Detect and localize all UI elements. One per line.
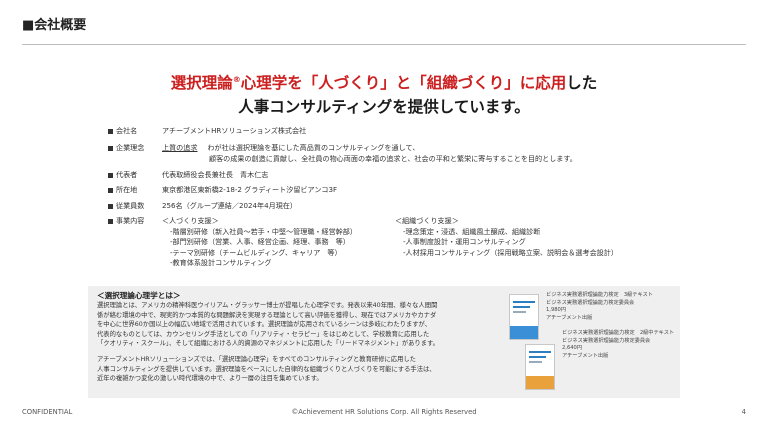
info-label: 事業内容: [116, 216, 145, 225]
box-line: 係が絡む環境の中で、現実的かつ本質的な問題解決を実現する理論として高い評価を獲得…: [97, 311, 437, 319]
info-row-business: 事業内容: [108, 216, 162, 227]
page-number: 4: [741, 408, 746, 416]
bullet-square-icon: [108, 128, 113, 134]
headline-red-a: 選択理論: [170, 74, 233, 93]
headline: 選択理論®心理学を「人づくり」と「組織づくり」に応用した 人事コンサルティングを…: [0, 68, 768, 119]
book-info-level2: ビジネス実務選択理論能力検定 2級中テキスト ビジネス実務選択理論能力検定委員会…: [562, 330, 674, 360]
headline-red-b: 心理学を「人づくり」と「組織づくり」に応用: [240, 74, 567, 93]
registered-mark: ®: [232, 75, 241, 84]
business-item: -テーマ別研修（チームビルディング、キャリア 等）: [170, 247, 342, 257]
box-line: 人事コンサルティングを提供しています。選択理論をベースにした自律的な組織づくりと…: [97, 365, 436, 373]
info-row-address: 所在地 東京都港区東新橋2-18-2 グラディート汐留ビアンコ3F: [108, 185, 337, 196]
business-item: -人事制度設計・運用コンサルティング: [403, 237, 526, 246]
info-row-ceo: 代表者 代表取締役会長兼社長 青木仁志: [108, 170, 268, 181]
box-paragraph-2: アチーブメントHRソリューションズでは、「選択理論心理学」をすべてのコンサルティ…: [97, 355, 436, 384]
ceo-name: 代表取締役会長兼社長 青木仁志: [162, 170, 269, 179]
business-item: -理念策定・浸透、組織風土醸成、組織診断: [403, 226, 541, 236]
choice-theory-box: ＜選択理論心理学とは＞ 選択理論とは、アメリカの精神科医ウイリアム・グラッサー博…: [88, 286, 680, 398]
book-line: アチーブメント出版: [562, 352, 609, 359]
book-line: 1,980円: [546, 307, 567, 314]
book-line: アチーブメント出版: [546, 314, 593, 321]
philosophy-line-2: 顧客の成果の創造に貢献し、全社員の物心両面の幸福の追求と、社会の平和と繁栄に寄与…: [209, 153, 577, 163]
info-label: 代表者: [116, 170, 138, 179]
bullet-square-icon: [108, 218, 113, 224]
business-item: -教育体系設計コンサルティング: [170, 258, 272, 267]
book-cover-level3: [509, 294, 539, 340]
info-label: 企業理念: [116, 143, 145, 152]
headline-line-2: 人事コンサルティングを提供しています。: [238, 98, 530, 117]
business-item: ＜人づくり支援＞: [162, 216, 219, 225]
book-line: ビジネス実務選択理論能力検定 3級テキスト: [546, 292, 653, 298]
bullet-square-icon: [108, 187, 113, 193]
book-info-level3: ビジネス実務選択理論能力検定 3級テキスト ビジネス実務選択理論能力検定委員会 …: [546, 292, 653, 322]
info-row-philosophy: 企業理念 上質の追求 わが社は選択理論を基にした高品質のコンサルティングを通して、…: [108, 143, 577, 164]
philosophy-line-1: わが社は選択理論を基にした高品質のコンサルティングを通して、: [207, 143, 420, 152]
book-band: [510, 326, 538, 339]
company-name: アチーブメントHRソリューションズ株式会社: [162, 126, 307, 135]
box-line: 代表的なものとしては、カウンセリング手法としての「リアリティ・セラピー」をはじめ…: [97, 330, 430, 338]
box-paragraph-1: 選択理論とは、アメリカの精神科医ウイリアム・グラッサー博士が提唱した心理学です。…: [97, 301, 439, 349]
title-divider: [22, 44, 746, 45]
bullet-square-icon: [108, 172, 113, 178]
business-people-support: ＜人づくり支援＞ -階層別研修（新入社員～若手・中堅～管理職・経営幹部） -部門…: [162, 216, 357, 269]
page-title: ■会社概要: [22, 18, 87, 33]
footer-copyright: ©Achievement HR Solutions Corp. All Righ…: [291, 408, 477, 416]
box-title: ＜選択理論心理学とは＞: [97, 291, 181, 300]
info-label: 従業員数: [116, 201, 145, 210]
headline-black: した: [566, 74, 598, 93]
info-label: 所在地: [116, 185, 138, 194]
book-line: 2,640円: [562, 345, 583, 352]
box-line: 「クオリティ・スクール」、そして組織における人的資源のマネジメントに応用した「リ…: [97, 340, 439, 347]
bullet-square-icon: [108, 203, 113, 209]
info-row-employees: 従業員数 256名（グループ連結／2024年4月現在）: [108, 201, 297, 212]
box-line: 近年の複雑かつ変化の激しい時代環境の中で、より一層の注目を集めています。: [97, 375, 323, 382]
business-item: -部門別研修（営業、人事、経営企画、経理、事務 等）: [170, 237, 350, 246]
address: 東京都港区東新橋2-18-2 グラディート汐留ビアンコ3F: [162, 185, 338, 194]
info-label: 会社名: [116, 126, 138, 135]
headline-line-1: 選択理論®心理学を「人づくり」と「組織づくり」に応用した: [0, 68, 768, 95]
book-band: [526, 376, 554, 389]
box-line: 選択理論とは、アメリカの精神科医ウイリアム・グラッサー博士が提唱した心理学です。…: [97, 302, 438, 309]
book-line: ビジネス実務選択理論能力検定 2級中テキスト: [562, 330, 675, 336]
business-item: -人材採用コンサルティング（採用戦略立案、説明会＆選考会設計）: [403, 247, 618, 257]
business-org-support: ＜組織づくり支援＞ -理念策定・浸透、組織風土醸成、組織診断 -人事制度設計・運…: [395, 216, 618, 258]
box-line: アチーブメントHRソリューションズでは、「選択理論心理学」をすべてのコンサルティ…: [97, 356, 416, 363]
box-line: を中心に世界60か国以上の幅広い地域で活用されています。選択理論が応用されている…: [97, 321, 432, 328]
business-item: ＜組織づくり支援＞: [395, 216, 459, 225]
business-item: -階層別研修（新入社員～若手・中堅～管理職・経営幹部）: [170, 226, 357, 236]
employee-count: 256名（グループ連結／2024年4月現在）: [162, 201, 297, 210]
bullet-square-icon: [108, 145, 113, 151]
book-cover-level2: [525, 344, 555, 390]
philosophy-keyword: 上質の追求: [162, 143, 198, 152]
info-row-company: 会社名 アチーブメントHRソリューションズ株式会社: [108, 126, 306, 137]
